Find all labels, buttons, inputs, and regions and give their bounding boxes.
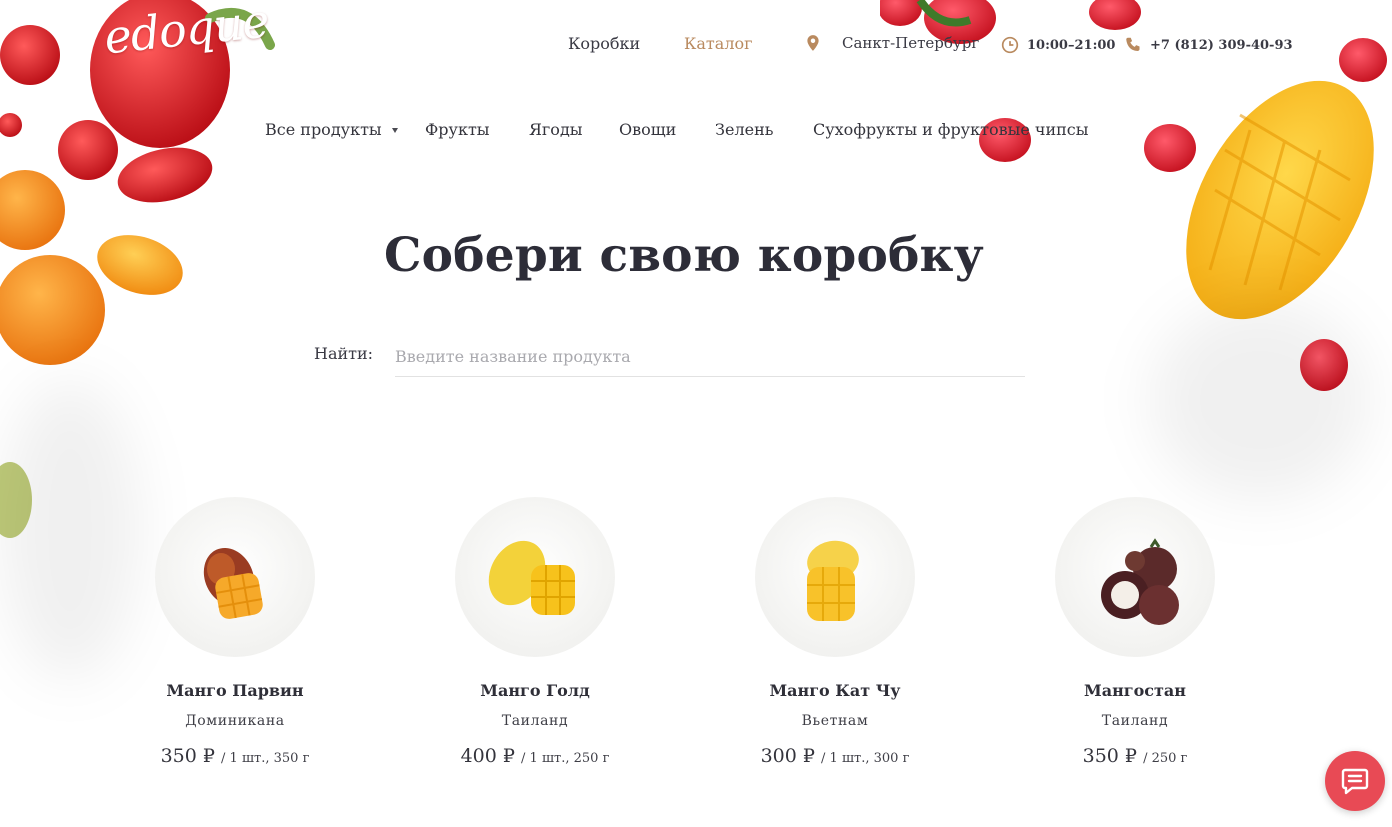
product-card[interactable]: Манго Голд Таиланд 400 ₽ / 1 шт., 250 г xyxy=(385,497,685,767)
price-value: 300 ₽ xyxy=(760,745,815,767)
product-price: 350 ₽ / 1 шт., 350 г xyxy=(85,745,385,767)
mango-parvin-picture xyxy=(203,547,263,619)
phone-link[interactable]: +7 (812) 309-40-93 xyxy=(1124,36,1293,54)
nav-boxes-link[interactable]: Коробки xyxy=(568,34,640,53)
page: edoque Коробки Каталог Санкт-Петербург 1… xyxy=(0,0,1392,827)
product-origin: Таиланд xyxy=(1101,713,1169,729)
product-origin: Вьетнам xyxy=(801,713,869,729)
price-unit: / 1 шт., 350 г xyxy=(221,751,310,766)
product-card[interactable]: Манго Парвин Доминикана 350 ₽ / 1 шт., 3… xyxy=(85,497,385,767)
mango-gold-picture xyxy=(488,540,575,615)
category-dried-fruits[interactable]: Сухофрукты и фруктовые чипсы xyxy=(813,120,1088,139)
product-image[interactable] xyxy=(155,497,315,657)
price-value: 400 ₽ xyxy=(460,745,515,767)
brand-logo[interactable]: edoque xyxy=(102,0,271,64)
product-image[interactable] xyxy=(1055,497,1215,657)
nav-catalog-link[interactable]: Каталог xyxy=(684,34,753,53)
category-fruits[interactable]: Фрукты xyxy=(425,120,490,139)
product-name[interactable]: Манго Кат Чу xyxy=(685,681,985,700)
chevron-down-icon[interactable] xyxy=(392,128,398,133)
product-price: 350 ₽ / 250 г xyxy=(985,745,1285,767)
city-selector[interactable]: Санкт-Петербург xyxy=(804,34,979,52)
category-greens[interactable]: Зелень xyxy=(715,120,773,139)
category-all-products[interactable]: Все продукты xyxy=(265,120,382,139)
category-vegetables[interactable]: Овощи xyxy=(619,120,676,139)
product-name[interactable]: Манго Голд xyxy=(385,681,685,700)
working-hours: 10:00–21:00 xyxy=(1001,36,1115,54)
chat-icon xyxy=(1341,768,1369,795)
clock-icon xyxy=(1001,36,1019,54)
chat-button[interactable] xyxy=(1325,751,1385,811)
map-pin-icon xyxy=(807,35,819,51)
product-card[interactable]: Мангостан Таиланд 350 ₽ / 250 г xyxy=(985,497,1285,767)
phone-icon xyxy=(1126,37,1140,51)
right-shadow-decoration xyxy=(1150,300,1370,500)
phone-label: +7 (812) 309-40-93 xyxy=(1150,37,1293,53)
search-input[interactable] xyxy=(395,336,1025,377)
category-berries[interactable]: Ягоды xyxy=(529,120,583,139)
price-unit: / 1 шт., 300 г xyxy=(821,751,910,766)
product-origin: Доминикана xyxy=(185,713,285,729)
product-price: 400 ₽ / 1 шт., 250 г xyxy=(385,745,685,767)
product-origin: Таиланд xyxy=(501,713,569,729)
search-label: Найти: xyxy=(314,344,374,363)
mangosteen-picture xyxy=(1101,538,1179,625)
product-image[interactable] xyxy=(755,497,915,657)
product-card[interactable]: Манго Кат Чу Вьетнам 300 ₽ / 1 шт., 300 … xyxy=(685,497,985,767)
city-label: Санкт-Петербург xyxy=(842,34,980,52)
price-value: 350 ₽ xyxy=(1082,745,1138,767)
product-price: 300 ₽ / 1 шт., 300 г xyxy=(685,745,985,767)
price-unit: / 250 г xyxy=(1143,751,1188,766)
price-value: 350 ₽ xyxy=(160,745,215,767)
mango-cat-chu-picture xyxy=(807,540,859,621)
product-image[interactable] xyxy=(455,497,615,657)
price-unit: / 1 шт., 250 г xyxy=(521,751,610,766)
hours-label: 10:00–21:00 xyxy=(1027,37,1116,53)
page-title: Собери свою коробку xyxy=(384,228,984,283)
product-name[interactable]: Манго Парвин xyxy=(85,681,385,700)
product-name[interactable]: Мангостан xyxy=(985,681,1285,700)
